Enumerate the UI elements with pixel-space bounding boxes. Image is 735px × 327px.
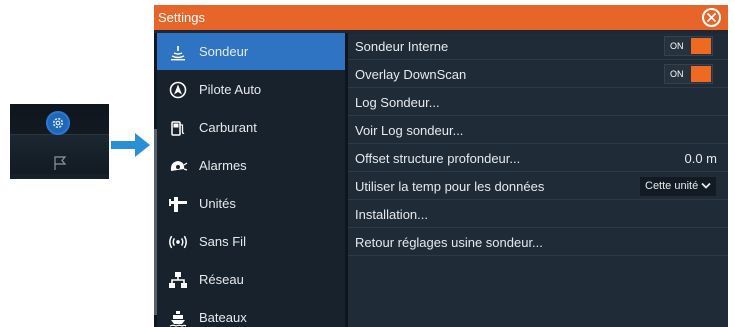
chevron-down-icon (701, 182, 711, 189)
setting-installation[interactable]: Installation... (348, 201, 728, 228)
settings-sidebar: Sondeur Pilote Auto Carburant Alarmes Un… (154, 33, 345, 327)
setting-label: Voir Log sondeur... (355, 123, 464, 138)
toggle-state: ON (670, 69, 684, 79)
sidebar-item-label: Unités (199, 196, 236, 211)
sidebar-item-label: Pilote Auto (199, 82, 262, 97)
setting-label: Utiliser la temp pour les données (355, 179, 545, 194)
setting-utiliser-temp[interactable]: Utiliser la temp pour les données Cette … (348, 173, 728, 200)
toggle-state: ON (670, 41, 684, 51)
setting-label: Log Sondeur... (355, 95, 440, 110)
sidebar-item-sans-fil[interactable]: Sans Fil (157, 223, 345, 260)
flag-icon (52, 155, 68, 171)
toggle-knob (691, 38, 711, 54)
sidebar-item-sondeur[interactable]: Sondeur (157, 33, 345, 70)
fuel-icon (168, 118, 188, 138)
sidebar-item-label: Carburant (199, 120, 257, 135)
sidebar-item-bateaux[interactable]: Bateaux (157, 299, 345, 327)
sidebar-item-label: Sondeur (199, 44, 249, 59)
alarm-icon (168, 156, 188, 176)
autopilot-icon (168, 80, 188, 100)
sidebar-item-reseau[interactable]: Réseau (157, 261, 345, 298)
setting-log-sondeur[interactable]: Log Sondeur... (348, 89, 728, 116)
close-icon[interactable] (702, 8, 721, 27)
setting-label: Offset structure profondeur... (355, 151, 521, 166)
sidebar-item-label: Réseau (199, 272, 244, 287)
sidebar-item-alarmes[interactable]: Alarmes (157, 147, 345, 184)
toggle-overlay-downscan[interactable]: ON (664, 64, 713, 84)
titlebar: Settings (154, 5, 728, 30)
setting-overlay-downscan[interactable]: Overlay DownScan ON (348, 61, 728, 88)
vessels-icon (168, 308, 188, 327)
arrow-right-icon (111, 132, 151, 158)
setting-label: Retour réglages usine sondeur... (355, 235, 543, 250)
setting-sondeur-interne[interactable]: Sondeur Interne ON (348, 33, 728, 60)
sidebar-item-label: Alarmes (199, 158, 247, 173)
units-icon (168, 194, 188, 214)
toggle-sondeur-interne[interactable]: ON (664, 36, 713, 56)
setting-label: Sondeur Interne (355, 39, 449, 54)
gear-icon (46, 111, 70, 135)
settings-dialog: Settings Sondeur Pilote Auto Carburant A… (154, 5, 728, 327)
settings-button-thumbnail (10, 104, 109, 179)
sidebar-item-carburant[interactable]: Carburant (157, 109, 345, 146)
sidebar-item-unites[interactable]: Unités (157, 185, 345, 222)
offset-value: 0.0 m (684, 151, 717, 166)
settings-content: Sondeur Interne ON Overlay DownScan ON L… (348, 33, 728, 327)
setting-label: Installation... (355, 207, 428, 222)
setting-label: Overlay DownScan (355, 67, 467, 82)
sidebar-item-pilote-auto[interactable]: Pilote Auto (157, 71, 345, 108)
select-value: Cette unité (645, 180, 699, 192)
setting-offset-structure[interactable]: Offset structure profondeur... 0.0 m (348, 145, 728, 172)
sonar-icon (168, 42, 188, 62)
setting-voir-log-sondeur[interactable]: Voir Log sondeur... (348, 117, 728, 144)
wireless-icon (168, 232, 188, 252)
sidebar-item-label: Bateaux (199, 310, 247, 325)
setting-retour-reglages[interactable]: Retour réglages usine sondeur... (348, 229, 728, 256)
sidebar-item-label: Sans Fil (199, 234, 246, 249)
network-icon (168, 270, 188, 290)
dialog-title: Settings (158, 10, 205, 25)
toggle-knob (691, 66, 711, 82)
temp-source-select[interactable]: Cette unité (640, 177, 716, 196)
